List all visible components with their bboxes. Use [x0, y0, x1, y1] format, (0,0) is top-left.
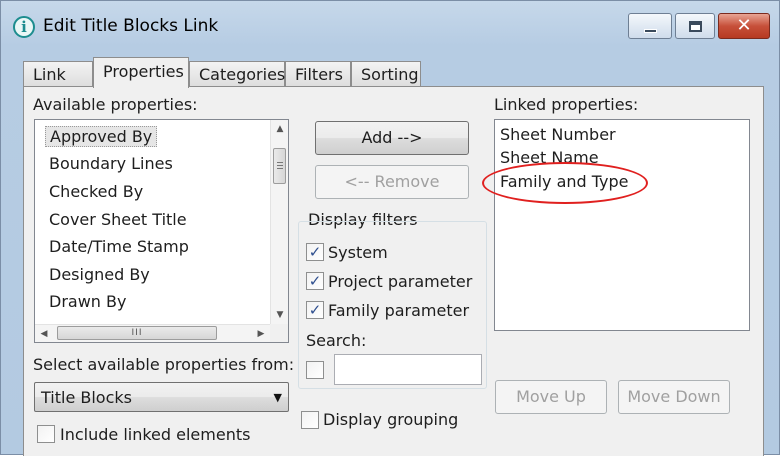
- search-input[interactable]: [334, 354, 482, 385]
- available-item-designed-by[interactable]: Designed By: [49, 265, 150, 284]
- horizontal-scroll-thumb[interactable]: III: [57, 326, 217, 340]
- display-grouping-label: Display grouping: [323, 410, 459, 429]
- close-icon: ✕: [736, 15, 752, 36]
- tab-filters[interactable]: Filters: [285, 61, 351, 88]
- include-linked-checkbox[interactable]: [37, 425, 55, 443]
- vertical-scrollbar[interactable]: ▲ ▼: [270, 120, 288, 324]
- linked-properties-list[interactable]: Sheet Number Sheet Name Family and Type: [494, 119, 750, 331]
- scrollbar-corner: [270, 324, 288, 342]
- add-button[interactable]: Add -->: [315, 121, 469, 155]
- linked-item-sheet-number[interactable]: Sheet Number: [500, 125, 616, 144]
- system-checkbox[interactable]: ✓: [306, 243, 324, 261]
- chevron-down-icon: ▼: [273, 391, 282, 404]
- display-filters-group: ✓ System ✓ Project parameter ✓ Family pa…: [298, 221, 487, 389]
- scroll-down-icon[interactable]: ▼: [271, 306, 289, 324]
- available-item-checked-by[interactable]: Checked By: [49, 182, 143, 201]
- vertical-scroll-thumb[interactable]: [273, 148, 286, 184]
- tab-categories[interactable]: Categories: [189, 61, 285, 88]
- tab-link[interactable]: Link: [23, 61, 93, 88]
- project-parameter-checkbox[interactable]: ✓: [306, 272, 324, 290]
- source-select-value: Title Blocks: [41, 388, 132, 407]
- source-select[interactable]: Title Blocks ▼: [34, 382, 289, 412]
- window-title: Edit Title Blocks Link: [43, 16, 219, 36]
- dialog-window: i Edit Title Blocks Link ✕ Link Properti…: [0, 0, 780, 456]
- available-item-cover-sheet-title[interactable]: Cover Sheet Title: [49, 210, 187, 229]
- scroll-right-icon[interactable]: ▶: [252, 325, 270, 343]
- info-icon: i: [13, 16, 35, 38]
- scroll-up-icon[interactable]: ▲: [271, 120, 289, 138]
- available-item-boundary-lines[interactable]: Boundary Lines: [49, 154, 173, 173]
- move-up-button[interactable]: Move Up: [495, 380, 607, 414]
- include-linked-label: Include linked elements: [60, 425, 251, 444]
- family-parameter-checkbox[interactable]: ✓: [306, 301, 324, 319]
- system-label: System: [328, 243, 388, 262]
- maximize-icon: [689, 21, 702, 32]
- close-button[interactable]: ✕: [718, 13, 770, 39]
- move-down-button[interactable]: Move Down: [618, 380, 730, 414]
- family-parameter-label: Family parameter: [328, 301, 470, 320]
- minimize-icon: [644, 29, 657, 33]
- tab-sorting[interactable]: Sorting: [351, 61, 421, 88]
- available-item-date-time-stamp[interactable]: Date/Time Stamp: [49, 237, 189, 256]
- grip-line: [277, 165, 283, 166]
- remove-button[interactable]: <-- Remove: [315, 165, 469, 199]
- scroll-left-icon[interactable]: ◀: [35, 325, 53, 343]
- search-label: Search:: [306, 331, 367, 350]
- available-properties-list[interactable]: Approved By Boundary Lines Checked By Co…: [34, 119, 289, 343]
- available-properties-label: Available properties:: [33, 95, 198, 114]
- grip-line: [277, 168, 283, 169]
- available-item-approved-by[interactable]: Approved By: [45, 126, 158, 147]
- maximize-button[interactable]: [675, 13, 715, 39]
- grip-line: [277, 162, 283, 163]
- available-item-drawn-by[interactable]: Drawn By: [49, 292, 126, 311]
- horizontal-scrollbar[interactable]: ◀ III ▶: [35, 324, 270, 342]
- title-bar[interactable]: i Edit Title Blocks Link ✕: [1, 1, 780, 51]
- select-source-label: Select available properties from:: [33, 355, 295, 374]
- project-parameter-label: Project parameter: [328, 272, 473, 291]
- annotation-oval: [482, 162, 648, 204]
- minimize-button[interactable]: [628, 13, 672, 39]
- search-checkbox[interactable]: [306, 361, 324, 379]
- tab-properties[interactable]: Properties: [93, 57, 189, 88]
- display-grouping-checkbox[interactable]: [301, 411, 319, 429]
- linked-properties-label: Linked properties:: [494, 95, 639, 114]
- properties-panel: Available properties: Approved By Bounda…: [23, 86, 764, 456]
